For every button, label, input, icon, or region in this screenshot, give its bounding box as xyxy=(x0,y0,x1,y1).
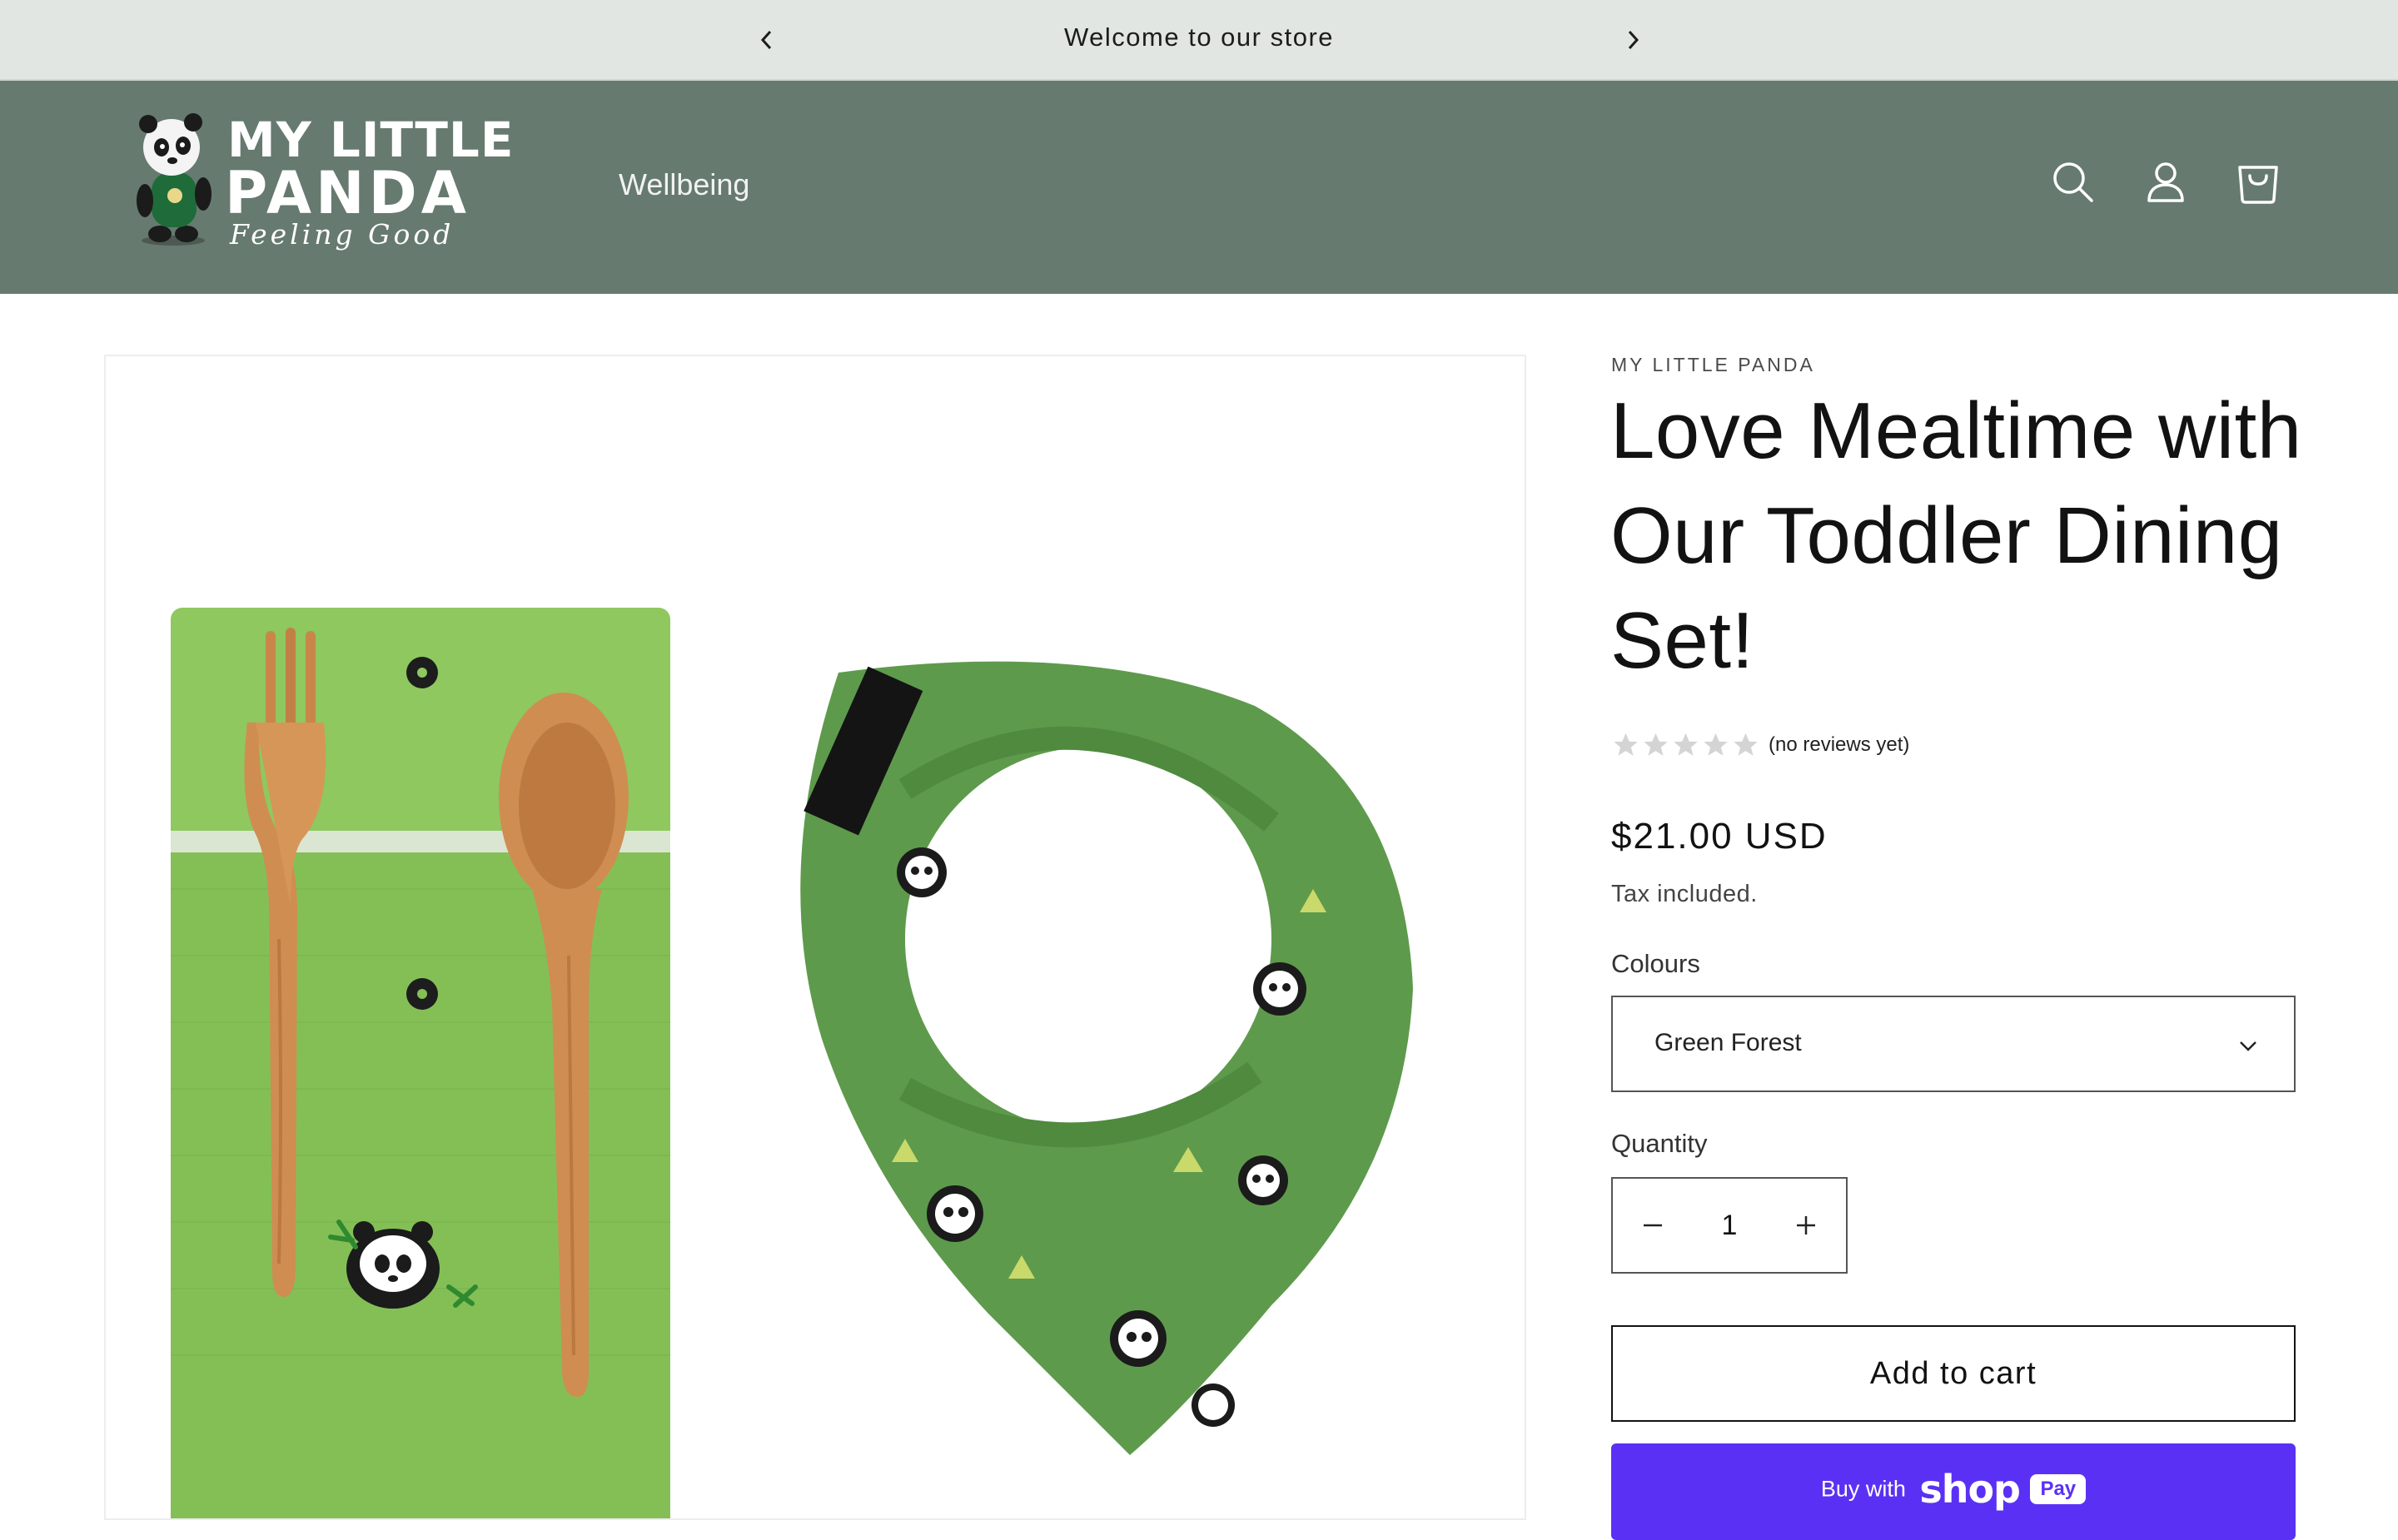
plus-icon xyxy=(1797,1216,1815,1234)
cart-icon xyxy=(2238,166,2278,204)
star-empty-icon xyxy=(1644,733,1668,756)
quantity-decrease-button[interactable] xyxy=(1613,1179,1693,1272)
account-icon xyxy=(2147,162,2184,202)
logo-tagline: Feeling Good xyxy=(230,218,455,251)
announcement-text: Welcome to our store xyxy=(1063,22,1335,52)
product-rating[interactable]: (no reviews yet) xyxy=(1611,731,1909,759)
colours-selected-value: Green Forest xyxy=(1654,1029,1802,1056)
cart-button[interactable] xyxy=(2231,156,2285,209)
announcement-next-button[interactable] xyxy=(1616,23,1649,57)
panda-mascot-icon xyxy=(137,113,211,246)
minus-icon xyxy=(1644,1224,1662,1227)
star-empty-icon xyxy=(1734,733,1758,756)
shop-pay-content: Buy with shop Pay xyxy=(1611,1467,2296,1512)
star-empty-icon xyxy=(1704,733,1728,756)
nav-link-wellbeing[interactable]: Wellbeing xyxy=(619,167,749,202)
chevron-down-icon xyxy=(2240,1041,2256,1051)
account-button[interactable] xyxy=(2139,156,2192,209)
quantity-input[interactable]: 1 xyxy=(1693,1179,1766,1272)
product-media[interactable] xyxy=(104,355,1526,1520)
product-price: $21.00 USD xyxy=(1611,816,1828,857)
product-image xyxy=(171,608,1413,1518)
shop-pay-brand-text: shop xyxy=(1919,1467,2021,1512)
star-empty-icon xyxy=(1674,733,1698,756)
product-vendor: MY LITTLE PANDA xyxy=(1611,354,1815,375)
star-empty-icon xyxy=(1614,733,1638,756)
quantity-stepper: 1 xyxy=(1611,1177,1848,1274)
shop-pay-badge: Pay xyxy=(2030,1474,2087,1504)
announcement-bar: Welcome to our store xyxy=(0,0,2398,81)
search-icon xyxy=(2053,162,2093,202)
reviews-count-text: (no reviews yet) xyxy=(1769,733,1910,756)
search-button[interactable] xyxy=(2047,156,2100,209)
colours-select[interactable]: Green Forest xyxy=(1611,996,2296,1092)
site-header: MY LITTLE PANDA Feeling Good Wellbeing xyxy=(0,81,2398,294)
shop-pay-lead-text: Buy with xyxy=(1820,1476,1906,1502)
colours-label: Colours xyxy=(1611,949,1700,978)
chevron-right-icon xyxy=(1628,30,1639,50)
quantity-label: Quantity xyxy=(1611,1129,1708,1158)
quantity-increase-button[interactable] xyxy=(1766,1179,1846,1272)
rating-stars xyxy=(1611,731,1760,759)
logo-text-line1: MY LITTLE xyxy=(227,112,515,168)
add-to-cart-button[interactable]: Add to cart xyxy=(1611,1325,2296,1422)
tax-note: Tax included. xyxy=(1611,881,1758,907)
product-title: Love Mealtime with Our Toddler Dining Se… xyxy=(1610,386,2302,685)
store-logo[interactable]: MY LITTLE PANDA Feeling Good xyxy=(123,107,515,249)
shop-pay-button[interactable]: Buy with shop Pay xyxy=(1611,1443,2296,1540)
logo-text-line2: PANDA xyxy=(225,159,470,227)
